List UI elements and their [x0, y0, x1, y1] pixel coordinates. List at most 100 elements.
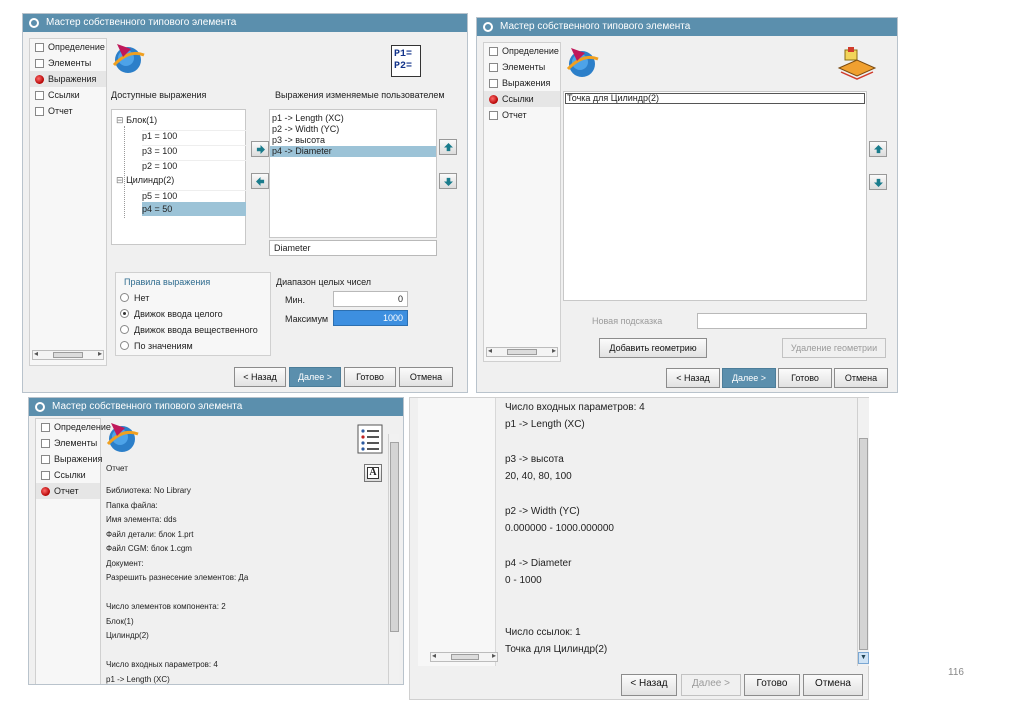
- expression-logo-icon: P1= P2=: [391, 45, 421, 77]
- active-step-icon: [35, 74, 44, 84]
- next-button[interactable]: Далее >: [681, 674, 741, 696]
- checkbox-icon: [41, 454, 50, 464]
- nav-item-definition[interactable]: Определение: [484, 43, 560, 59]
- nav-item-report[interactable]: Отчет: [36, 483, 100, 499]
- checkbox-icon: [35, 42, 44, 52]
- report-scrollbar[interactable]: [388, 434, 399, 684]
- report-scrollbar[interactable]: ▼: [857, 398, 869, 666]
- expression-name-field[interactable]: Diameter: [269, 240, 437, 256]
- nav-item-definition[interactable]: Определение: [30, 39, 106, 55]
- scroll-down-icon[interactable]: ▼: [858, 652, 869, 664]
- report-line: Файл CGM: блок 1.cgm: [106, 544, 192, 553]
- nav-item-definition[interactable]: Определение: [36, 419, 111, 435]
- tree-leaf-p5[interactable]: p5 = 100: [142, 190, 246, 201]
- list-item[interactable]: p1 -> Length (XC): [270, 113, 436, 124]
- gear-icon: [29, 18, 39, 28]
- cancel-button[interactable]: Отмена: [834, 368, 888, 388]
- report-line: 0 - 1000: [505, 574, 542, 586]
- tree-leaf-p4[interactable]: p4 = 50: [142, 202, 246, 216]
- move-down-button[interactable]: [439, 173, 457, 189]
- nav-scrollbar[interactable]: ◂ ▸: [430, 651, 498, 662]
- user-expressions-label: Выражения изменяемые пользователем: [275, 90, 445, 100]
- window-title: Мастер собственного типового элемента: [52, 401, 243, 412]
- nav-item-expressions[interactable]: Выражения: [484, 75, 560, 91]
- report-line: Блок(1): [106, 616, 134, 626]
- font-icon: A: [367, 467, 379, 479]
- rule-none-radio[interactable]: Нет: [120, 293, 149, 303]
- checkbox-icon: [41, 470, 50, 480]
- report-line: [505, 540, 845, 557]
- report-line: [505, 610, 845, 627]
- tree-node-block[interactable]: ⊟ Блок(1): [116, 115, 157, 126]
- back-button[interactable]: < Назад: [621, 674, 677, 696]
- title-bar: Мастер собственного типового элемента: [29, 398, 403, 416]
- cancel-button[interactable]: Отмена: [803, 674, 863, 696]
- font-button[interactable]: A: [364, 464, 382, 482]
- active-step-icon: [41, 486, 50, 496]
- nav-scrollbar[interactable]: ◂ ▸: [32, 349, 104, 360]
- nav-item-elements[interactable]: Элементы: [36, 435, 100, 451]
- report-line: Число элементов компонента: 2: [106, 602, 226, 611]
- tree-leaf-p2[interactable]: p2 = 100: [142, 160, 246, 171]
- max-field[interactable]: 1000: [333, 310, 408, 326]
- list-item-selected[interactable]: p4 -> Diameter: [270, 146, 436, 157]
- done-button[interactable]: Готово: [344, 367, 396, 387]
- dialog-report-scrolled: ◂ ▸ Число входных параметров: 4 p1 -> Le…: [409, 397, 869, 700]
- rule-real-radio[interactable]: Движок ввода вещественного: [120, 325, 258, 335]
- geometry-link-icon: [837, 47, 877, 80]
- dialog-report: Мастер собственного типового элемента Оп…: [28, 397, 404, 685]
- arrow-down-icon: [873, 178, 883, 187]
- remove-geometry-button[interactable]: Удаление геометрии: [782, 338, 886, 358]
- nav-item-expressions[interactable]: Выражения: [36, 451, 102, 467]
- report-line: p1 -> Length (XC): [505, 419, 585, 431]
- report-line: [505, 592, 845, 609]
- new-hint-field[interactable]: [697, 313, 867, 329]
- nav-item-report[interactable]: Отчет: [30, 103, 106, 119]
- move-up-button[interactable]: [869, 141, 887, 157]
- next-button[interactable]: Далее >: [722, 368, 776, 388]
- checkbox-icon: [489, 46, 498, 56]
- nav-item-links[interactable]: Ссылки: [30, 87, 106, 103]
- report-line: Файл детали: блок 1.prt: [106, 529, 194, 539]
- nav-panel: Определение Элементы Выражения Ссылки От…: [483, 42, 561, 362]
- nav-item-elements[interactable]: Элементы: [30, 55, 106, 71]
- move-up-button[interactable]: [439, 139, 457, 155]
- nx-logo-icon: [106, 423, 139, 452]
- nav-panel: Определение Элементы Выражения Ссылки От…: [29, 38, 107, 366]
- remove-from-user-button[interactable]: [251, 173, 269, 189]
- nav-item-elements[interactable]: Элементы: [484, 59, 560, 75]
- arrow-up-icon: [873, 144, 883, 153]
- min-label: Мин.: [285, 295, 305, 305]
- list-item[interactable]: p3 -> высота: [270, 135, 436, 146]
- nav-item-links[interactable]: Ссылки: [36, 467, 100, 483]
- add-geometry-button[interactable]: Добавить геометрию: [599, 338, 707, 358]
- tree-leaf-p3[interactable]: p3 = 100: [142, 145, 246, 156]
- gear-icon: [483, 22, 493, 32]
- done-button[interactable]: Готово: [778, 368, 832, 388]
- cancel-button[interactable]: Отмена: [399, 367, 453, 387]
- active-step-icon: [489, 94, 498, 104]
- back-button[interactable]: < Назад: [234, 367, 286, 387]
- checkbox-icon: [41, 422, 50, 432]
- checkbox-icon: [489, 78, 498, 88]
- rule-values-radio[interactable]: По значениям: [120, 341, 193, 351]
- nx-logo-icon: [112, 44, 145, 73]
- nav-scrollbar[interactable]: ◂ ▸: [486, 346, 558, 357]
- tree-leaf-p1[interactable]: p1 = 100: [142, 130, 246, 141]
- checkbox-icon: [35, 90, 44, 100]
- add-to-user-button[interactable]: [251, 141, 269, 157]
- back-button[interactable]: < Назад: [666, 368, 720, 388]
- done-button[interactable]: Готово: [744, 674, 800, 696]
- report-line: p3 -> высота: [505, 453, 564, 465]
- window-title: Мастер собственного типового элемента: [46, 17, 237, 28]
- list-item[interactable]: p2 -> Width (YC): [270, 124, 436, 135]
- nav-item-links[interactable]: Ссылки: [484, 91, 560, 107]
- rule-integer-radio[interactable]: Движок ввода целого: [120, 309, 223, 319]
- list-item-selected[interactable]: Точка для Цилиндр(2): [565, 93, 865, 104]
- nav-item-expressions[interactable]: Выражения: [30, 71, 106, 87]
- min-field[interactable]: 0: [333, 291, 408, 307]
- next-button[interactable]: Далее >: [289, 367, 341, 387]
- nav-item-report[interactable]: Отчет: [484, 107, 560, 123]
- move-down-button[interactable]: [869, 174, 887, 190]
- report-line: Документ:: [106, 558, 144, 568]
